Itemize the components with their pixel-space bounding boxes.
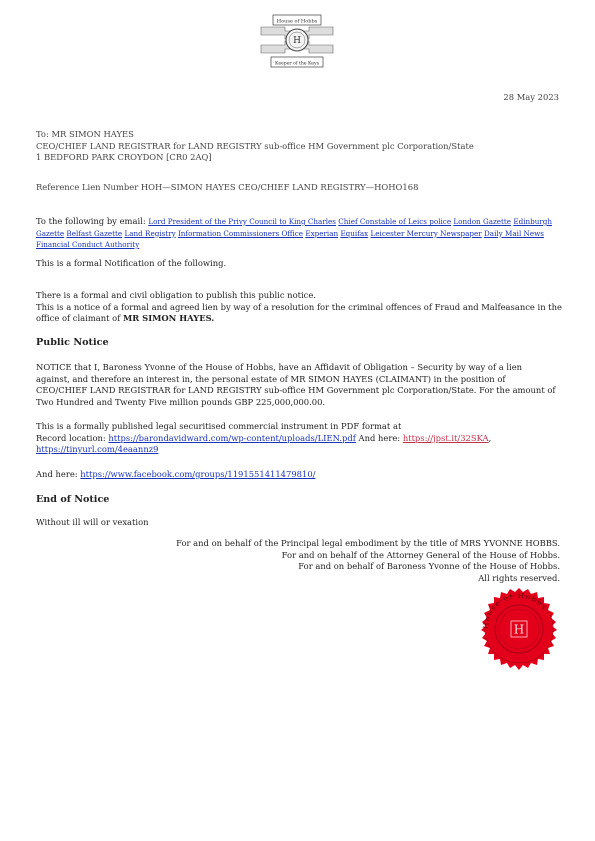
reference-lien-number: Reference Lien Number HOH—SIMON HAYES CE… [36, 182, 419, 192]
crest-bottom-text: Keeper of the Keys [275, 61, 320, 67]
obligation-block: There is a formal and civil obligation t… [36, 290, 562, 325]
record-location-block: This is a formally published legal secur… [36, 421, 562, 456]
jpst-link[interactable]: https://jpst.it/32SKA [403, 433, 489, 443]
email-recipient-link[interactable]: London Gazette [453, 217, 511, 226]
addressee-block: To: MR SIMON HAYES CEO/CHIEF LAND REGIST… [36, 129, 566, 164]
public-notice-body: NOTICE that I, Baroness Yvonne of the Ho… [36, 362, 556, 407]
obligation-line-1: There is a formal and civil obligation t… [36, 290, 316, 300]
addressee-name: To: MR SIMON HAYES [36, 129, 134, 139]
email-recipient-link[interactable]: Daily Mail News [484, 229, 544, 238]
email-recipients: To the following by email: Lord Presiden… [36, 216, 562, 251]
letter-date: 28 May 2023 [503, 92, 559, 102]
obligation-line-2: This is a notice of a formal and agreed … [36, 302, 562, 325]
red-seal-stamp: House of Hobbs H [481, 588, 557, 670]
email-recipient-link[interactable]: Lord President of the Privy Council to K… [148, 217, 336, 226]
seal-monogram: H [514, 623, 524, 637]
facebook-prefix: And here: [36, 469, 78, 479]
record-intro: This is a formally published legal secur… [36, 421, 402, 431]
email-prefix: To the following by email: [36, 216, 146, 226]
end-of-notice-heading: End of Notice [36, 494, 110, 505]
without-ill-will: Without ill will or vexation [36, 517, 149, 527]
crest-monogram: H [293, 36, 301, 46]
record-label: Record location: [36, 432, 106, 443]
email-recipient-link[interactable]: Chief Constable of Leics police [338, 217, 451, 226]
email-recipient-link[interactable]: Information Commissioners Office [178, 229, 303, 238]
addressee-address: 1 BEDFORD PARK CROYDON [CR0 2AQ] [36, 152, 212, 162]
signoff-line: All rights reserved. [478, 572, 560, 583]
public-notice-heading: Public Notice [36, 337, 109, 348]
signoff-line: For and on behalf of the Attorney Genera… [281, 549, 560, 560]
email-recipient-link[interactable]: Financial Conduct Authority [36, 240, 139, 249]
signoff-line: For and on behalf of Baroness Yvonne of … [298, 561, 560, 571]
tinyurl-link[interactable]: https://tinyurl.com/4eaannz9 [36, 444, 158, 454]
signoff-line: For and on behalf of the Principal legal… [176, 538, 560, 548]
email-recipient-link[interactable]: Leicester Mercury Newspaper [371, 229, 482, 238]
signoff-block: For and on behalf of the Principal legal… [140, 538, 560, 584]
lien-pdf-link[interactable]: https://barondavidward.com/wp-content/up… [108, 433, 355, 443]
claimant-name: MR SIMON HAYES. [123, 313, 215, 323]
facebook-line: And here: https://www.facebook.com/group… [36, 469, 562, 481]
and-here-label: And here: [358, 432, 401, 443]
email-recipient-link[interactable]: Land Registry [124, 229, 175, 238]
crest-top-text: House of Hobbs [277, 19, 318, 25]
house-crest-logo: House of Hobbs H Keeper of the Keys [260, 14, 334, 68]
email-recipient-link[interactable]: Equifax [340, 229, 368, 238]
facebook-group-link[interactable]: https://www.facebook.com/groups/11915514… [80, 469, 315, 479]
email-recipient-link[interactable]: Experian [305, 229, 338, 238]
email-recipient-link[interactable]: Belfast Gazette [66, 229, 122, 238]
intro-text: This is a formal Notification of the fol… [36, 258, 227, 268]
addressee-title: CEO/CHIEF LAND REGISTRAR for LAND REGIST… [36, 140, 474, 151]
obligation-line-2-text: This is a notice of a formal and agreed … [36, 301, 562, 324]
